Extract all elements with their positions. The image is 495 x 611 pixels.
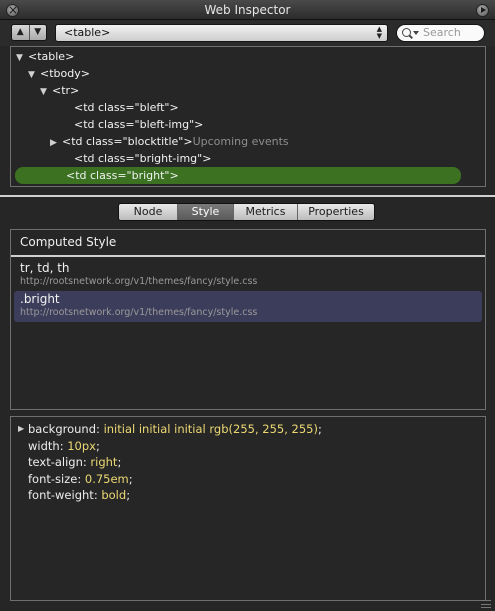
properties-panel: ▶ background: initial initial initial rgb…: [10, 416, 486, 601]
property-name: width: [28, 438, 60, 453]
property-value: initial initial initial rgb(255, 255, 25…: [103, 422, 318, 436]
css-property[interactable]: ▶ background: initial initial initial rgb…: [18, 421, 322, 437]
back-button[interactable]: ▲: [12, 25, 29, 40]
dom-tree-node[interactable]: <td class="bright">: [15, 167, 461, 184]
tab-metrics[interactable]: Metrics: [233, 204, 297, 220]
property-name: font-size: [28, 471, 78, 486]
property-name: text-align: [28, 455, 83, 469]
property-value: 10px: [67, 438, 96, 453]
dom-node-text: Upcoming events: [192, 135, 289, 148]
css-property[interactable]: width: 10px;: [28, 438, 100, 454]
toolbar: ▲ ▼ <table> ▲ ▼ Search: [0, 20, 495, 46]
dom-node-tag: <td class="blocktitle">: [62, 135, 193, 148]
dom-tree-node[interactable]: ▼ <table>: [16, 48, 74, 65]
tab-style[interactable]: Style: [177, 204, 233, 220]
rule-selector: tr, td, th: [20, 261, 70, 275]
dom-tree-node[interactable]: <td class="bleft">: [62, 99, 179, 116]
computed-style-row[interactable]: Computed Style: [11, 230, 485, 257]
dom-node-tag: <table>: [28, 50, 75, 63]
disclosure-collapsed-icon[interactable]: ▶: [50, 135, 62, 152]
tab-properties[interactable]: Properties: [297, 204, 374, 220]
breadcrumb-select[interactable]: <table> ▲ ▼: [55, 24, 388, 42]
dom-node-tag: <tr>: [52, 84, 80, 97]
search-placeholder: Search: [423, 26, 461, 39]
title-bar: Web Inspector: [0, 0, 495, 20]
updown-arrows-icon: ▲ ▼: [376, 25, 382, 40]
rule-source-link[interactable]: http://rootsnetwork.org/v1/themes/fancy/…: [20, 276, 482, 288]
toolbar-toggle-icon[interactable]: [476, 4, 489, 17]
breadcrumb-label: <table>: [64, 26, 111, 39]
tab-node[interactable]: Node: [119, 204, 177, 220]
dom-tree-node[interactable]: ▼ <tbody>: [28, 65, 90, 82]
resize-grip-icon[interactable]: [481, 600, 491, 608]
styles-panel: Computed Style tr, td, th http://rootsnet…: [10, 229, 486, 410]
dom-tree-node[interactable]: ▼ <tr>: [40, 82, 79, 99]
disclosure-expanded-icon[interactable]: ▼: [28, 67, 40, 84]
property-value: bold: [101, 488, 127, 502]
dom-tree-node[interactable]: ▶ <td class="blocktitle">Upcoming events: [50, 133, 289, 150]
expand-arrow-icon[interactable]: ▶: [18, 421, 24, 437]
property-name: background: [28, 422, 97, 436]
dom-node-tag: <td class="bright">: [66, 169, 179, 182]
disclosure-expanded-icon[interactable]: ▼: [16, 50, 28, 67]
rule-source-link[interactable]: http://rootsnetwork.org/v1/themes/fancy/…: [20, 307, 482, 319]
dom-node-tag: <tbody>: [40, 67, 90, 80]
css-property[interactable]: text-align: right;: [28, 454, 121, 470]
search-menu-caret-icon[interactable]: [413, 31, 419, 35]
panel-divider[interactable]: [0, 195, 495, 197]
forward-button[interactable]: ▼: [28, 25, 46, 40]
property-value: right: [90, 455, 118, 469]
search-input[interactable]: Search: [396, 24, 485, 42]
dom-tree-node[interactable]: <td class="bright-img">: [62, 150, 211, 167]
history-nav: ▲ ▼: [11, 24, 47, 41]
style-rule[interactable]: .bright http://rootsnetwork.org/v1/themes…: [14, 291, 482, 322]
disclosure-expanded-icon[interactable]: ▼: [40, 84, 52, 101]
dom-node-tag: <td class="bleft">: [74, 101, 179, 114]
css-property[interactable]: font-size: 0.75em;: [28, 471, 133, 487]
search-icon: [402, 28, 411, 37]
computed-style-label: Computed Style: [20, 235, 117, 249]
property-value: 0.75em: [84, 471, 129, 486]
dom-node-tag: <td class="bleft-img">: [74, 118, 204, 131]
css-property[interactable]: font-weight: bold;: [28, 487, 130, 503]
close-icon[interactable]: [6, 0, 19, 20]
property-name: font-weight: [28, 488, 94, 502]
rule-selector: .bright: [20, 292, 60, 306]
window-title: Web Inspector: [204, 3, 291, 17]
style-rule[interactable]: tr, td, th http://rootsnetwork.org/v1/the…: [14, 260, 482, 291]
dom-node-tag: <td class="bright-img">: [74, 152, 212, 165]
dom-tree-panel: ▼ <table> ▼ <tbody> ▼ <tr> <td class="bleft"> <…: [10, 46, 486, 187]
sidebar-tabs: Node Style Metrics Properties: [118, 203, 375, 221]
dom-tree-node[interactable]: <td class="bleft-img">: [62, 116, 203, 133]
